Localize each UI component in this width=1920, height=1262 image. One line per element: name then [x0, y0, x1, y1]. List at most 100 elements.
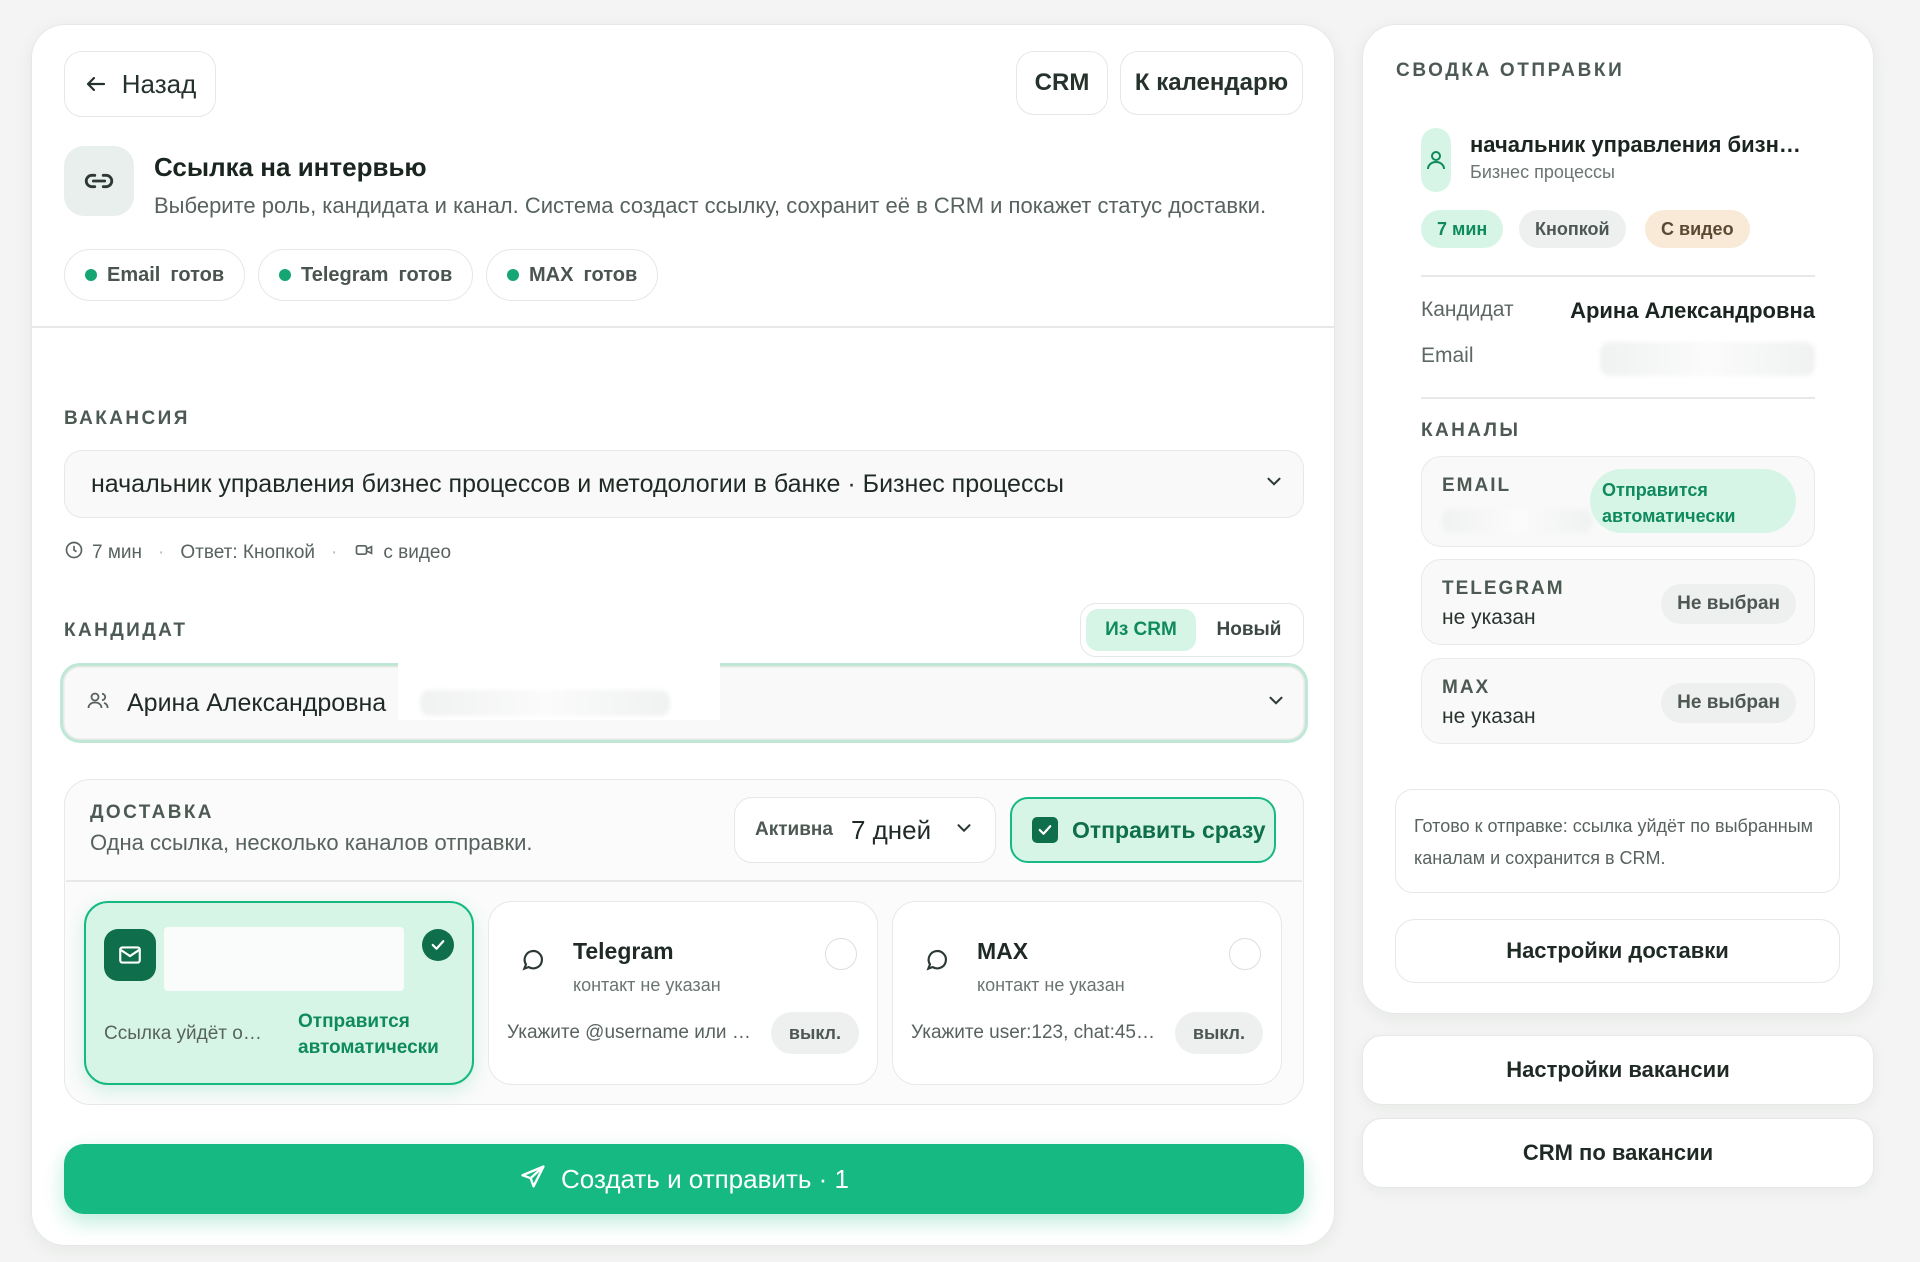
channel-name: TELEGRAM: [1442, 578, 1565, 599]
summary-chip-answer: Кнопкой: [1519, 210, 1626, 248]
status-state: готов: [170, 263, 225, 286]
vacancy-crm-button[interactable]: CRM по вакансии: [1362, 1118, 1874, 1188]
status-channel: Telegram: [301, 263, 389, 286]
summary-title: СВОДКА ОТПРАВКИ: [1396, 60, 1625, 81]
max-hint: Укажите user:123, chat:45…: [911, 1022, 1155, 1043]
crm-button[interactable]: CRM: [1016, 51, 1108, 115]
calendar-button[interactable]: К календарю: [1120, 51, 1303, 115]
candidate-redacted-blur: [420, 690, 670, 716]
create-and-send-label: Создать и отправить · 1: [561, 1163, 849, 1194]
summary-channel-telegram: TELEGRAM не указан Не выбран: [1421, 559, 1815, 645]
users-icon: [85, 689, 111, 718]
max-title: MAX: [977, 938, 1029, 964]
channel-name: EMAIL: [1442, 475, 1512, 496]
chevron-down-icon: [1263, 471, 1285, 498]
summary-channel-email: EMAIL Отправится автоматически: [1421, 456, 1815, 547]
channel-status: Не выбран: [1661, 584, 1796, 624]
chat-icon: [911, 934, 963, 986]
meta-separator: ·: [331, 542, 338, 563]
summary-department: Бизнес процессы: [1470, 162, 1615, 182]
vacancy-meta: 7 мин · Ответ: Кнопкой · с видео: [64, 540, 451, 566]
candidate-summary-value: Арина Александровна: [1570, 298, 1815, 323]
status-dot: [507, 269, 519, 281]
status-state: готов: [583, 263, 638, 286]
vacancy-duration: 7 мин: [92, 542, 143, 563]
channels-title: КАНАЛЫ: [1421, 420, 1521, 441]
tab-from-crm[interactable]: Из CRM: [1086, 609, 1196, 651]
channel-card-email[interactable]: Ссылка уйдёт о… Отправится автоматически: [84, 901, 474, 1085]
clock-icon: [64, 540, 84, 566]
summary-channel-max: MAX не указан Не выбран: [1421, 658, 1815, 744]
summary-divider: [1421, 275, 1815, 277]
status-pill-telegram: Telegram готов: [258, 249, 474, 301]
summary-divider: [1421, 397, 1815, 399]
email-address-redacted: [164, 927, 404, 991]
check-circle-icon: [422, 929, 454, 961]
ready-note: Готово к отправке: ссылка уйдёт по выбра…: [1395, 789, 1840, 893]
summary-chip-duration: 7 мин: [1421, 210, 1504, 248]
status-dot: [85, 269, 97, 281]
status-pill-max: MAX готов: [486, 249, 659, 301]
status-channel: MAX: [529, 263, 574, 286]
meta-separator: ·: [158, 542, 165, 563]
max-toggle[interactable]: выкл.: [1174, 1012, 1263, 1054]
status-dot: [279, 269, 291, 281]
status-pill-email: Email готов: [64, 249, 246, 301]
vacancy-settings-button[interactable]: Настройки вакансии: [1362, 1035, 1874, 1105]
send-now-label: Отправить сразу: [1072, 816, 1266, 843]
vacancy-answer: Ответ: Кнопкой: [180, 542, 316, 563]
checkbox-checked-icon: [1032, 817, 1058, 843]
chevron-down-icon: [1265, 690, 1287, 717]
candidate-source-toggle: Из CRM Новый: [1080, 603, 1304, 657]
summary-role: начальник управления бизн…: [1470, 132, 1801, 157]
channel-status: Отправится автоматически: [1590, 469, 1796, 533]
send-icon: [519, 1163, 547, 1196]
telegram-radio[interactable]: [825, 938, 857, 970]
channel-value: не указан: [1442, 705, 1536, 728]
delivery-label: ДОСТАВКА: [90, 802, 214, 823]
chat-icon: [507, 934, 559, 986]
vacancy-select[interactable]: начальник управления бизнес процессов и …: [64, 450, 1304, 518]
candidate-label: КАНДИДАТ: [64, 620, 188, 641]
create-and-send-button[interactable]: Создать и отправить · 1: [64, 1144, 1304, 1214]
delivery-subtitle: Одна ссылка, несколько каналов отправки.: [90, 830, 533, 855]
vacancy-value: начальник управления бизнес процессов и …: [91, 469, 1064, 498]
active-label: Активна: [755, 819, 833, 840]
telegram-hint: Укажите @username или …: [507, 1022, 751, 1043]
active-value: 7 дней: [850, 814, 932, 845]
page-title: Ссылка на интервью: [154, 152, 427, 182]
link-icon: [64, 146, 134, 216]
channel-card-max[interactable]: MAX контакт не указан Укажите user:123, …: [892, 901, 1282, 1085]
crm-label: CRM: [1034, 69, 1090, 96]
back-label: Назад: [121, 68, 197, 99]
back-button[interactable]: Назад: [64, 51, 216, 117]
telegram-subtitle: контакт не указан: [573, 975, 721, 995]
video-icon: [353, 540, 375, 566]
candidate-value: Арина Александровна: [127, 688, 387, 717]
max-subtitle: контакт не указан: [977, 975, 1125, 995]
calendar-label: К календарю: [1134, 69, 1289, 96]
channel-value: не указан: [1442, 606, 1536, 629]
email-key: Email: [1421, 344, 1474, 367]
telegram-toggle[interactable]: выкл.: [770, 1012, 859, 1054]
email-redacted: [1442, 509, 1592, 533]
channel-status: Не выбран: [1661, 683, 1796, 723]
vacancy-label: ВАКАНСИЯ: [64, 408, 190, 429]
delivery-divider: [66, 880, 1302, 882]
header-divider: [32, 326, 1334, 328]
arrow-left-icon: [84, 72, 108, 96]
active-period-select[interactable]: Активна 7 дней: [734, 797, 996, 863]
send-now-toggle[interactable]: Отправить сразу: [1010, 797, 1276, 863]
chevron-down-icon: [953, 817, 975, 844]
user-icon: [1421, 128, 1451, 192]
max-radio[interactable]: [1229, 938, 1261, 970]
channel-name: MAX: [1442, 677, 1491, 698]
channel-card-telegram[interactable]: Telegram контакт не указан Укажите @user…: [488, 901, 878, 1085]
summary-chip-video: С видео: [1645, 210, 1750, 248]
delivery-settings-button[interactable]: Настройки доставки: [1395, 919, 1840, 983]
email-hint: Ссылка уйдёт о…: [104, 1023, 262, 1044]
candidate-key: Кандидат: [1421, 298, 1514, 321]
telegram-title: Telegram: [573, 938, 674, 964]
tab-new[interactable]: Новый: [1199, 609, 1299, 651]
vacancy-video: с видео: [383, 542, 452, 563]
